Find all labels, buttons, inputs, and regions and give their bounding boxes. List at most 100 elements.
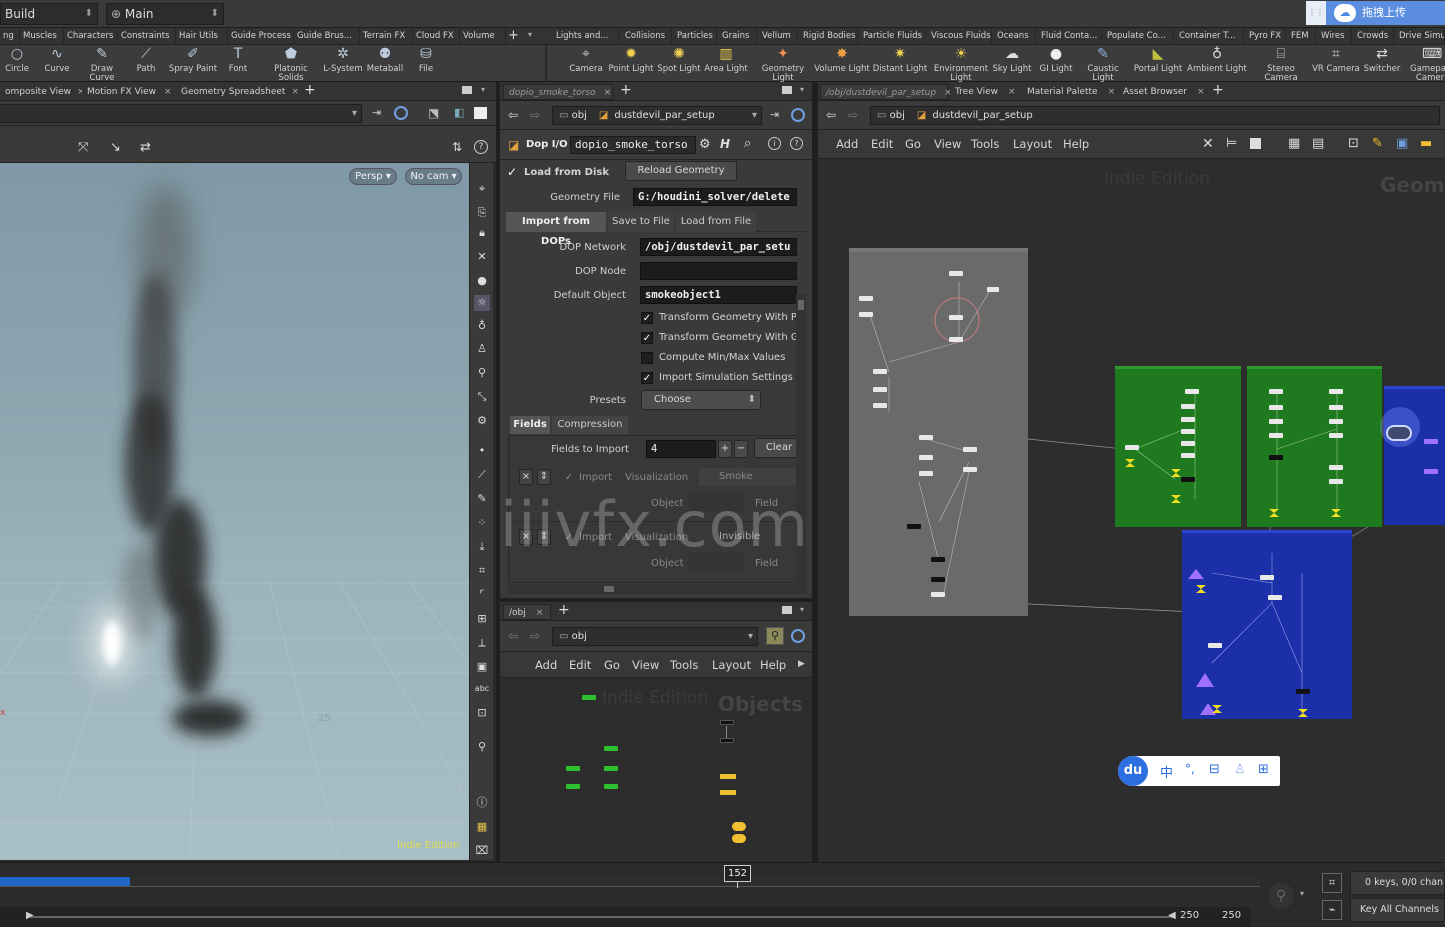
search-icon[interactable]: ⌕: [744, 136, 751, 151]
transform-tool-icon[interactable]: ⇄: [140, 140, 151, 155]
fields-to-import-field[interactable]: 4: [646, 440, 716, 458]
obj-path[interactable]: ▭ obj ▾: [552, 627, 758, 646]
menu-add[interactable]: Add: [836, 133, 858, 155]
network-node[interactable]: [604, 784, 618, 789]
shelf-tab[interactable]: Guide Process: [228, 28, 294, 45]
scene-viewport[interactable]: 25 x Persp ▾ No cam ▾ Indie Edition: [0, 163, 469, 860]
tree-icon[interactable]: ⊨: [1226, 136, 1237, 151]
close-icon[interactable]: ×: [164, 87, 172, 97]
network-node[interactable]: [907, 524, 921, 529]
help-h-icon[interactable]: H: [720, 137, 730, 151]
network-node[interactable]: [1181, 417, 1195, 422]
shelf-tab[interactable]: FEM: [1288, 28, 1316, 45]
close-icon[interactable]: ×: [1197, 87, 1205, 97]
shelf-tool[interactable]: ⌗ VR Camera: [1312, 47, 1360, 81]
network-node[interactable]: [1296, 689, 1310, 694]
tab-import-from-dops[interactable]: Import from DOPs: [506, 212, 606, 247]
network-node[interactable]: [1329, 389, 1343, 394]
network-node[interactable]: [963, 447, 977, 452]
current-frame[interactable]: 152: [724, 865, 751, 882]
folder-icon[interactable]: ▬: [1420, 136, 1432, 151]
maximize-icon[interactable]: [782, 606, 792, 614]
add-shelf-icon[interactable]: +: [508, 29, 522, 43]
shelf-tool[interactable]: ✎ Caustic Light: [1076, 47, 1130, 83]
light-icon[interactable]: ☼: [474, 295, 490, 311]
network-node[interactable]: [1125, 445, 1139, 450]
network-node[interactable]: [1268, 595, 1282, 600]
expand-icon[interactable]: ▶: [798, 659, 805, 669]
shelf-tab[interactable]: Collisions: [622, 28, 672, 45]
tab-obj[interactable]: /obj ×: [503, 604, 551, 620]
network-node[interactable]: [720, 790, 736, 795]
keyframe-icon[interactable]: ⌗: [1322, 873, 1342, 893]
pen-icon[interactable]: ✎: [474, 491, 490, 507]
shelf-tool[interactable]: ⚉ Metaball: [362, 47, 408, 81]
back-icon[interactable]: ⇦: [826, 108, 836, 122]
network-node[interactable]: [931, 557, 945, 562]
ime-punct[interactable]: °,: [1185, 762, 1195, 776]
menu-view[interactable]: View: [934, 133, 961, 155]
tab-fields[interactable]: Fields: [510, 416, 550, 434]
network-node[interactable]: [1208, 643, 1222, 648]
display-icon[interactable]: [474, 107, 487, 119]
add-field-button[interactable]: +: [718, 440, 732, 458]
geometry-file-field[interactable]: G:/houdini_solver/delete: [633, 188, 797, 206]
global-end-field[interactable]: 250: [1222, 910, 1241, 921]
menu-layout[interactable]: Layout: [712, 654, 751, 676]
shelf-tab[interactable]: Terrain FX: [360, 28, 413, 45]
shelf-tool[interactable]: ⌸ Stereo Camera: [1256, 47, 1306, 83]
network-node[interactable]: [1424, 469, 1438, 474]
desk-selector[interactable]: Build ⬍: [0, 3, 98, 25]
bone-icon[interactable]: ⚲: [474, 365, 490, 381]
corner-icon[interactable]: ⌜: [474, 587, 490, 603]
square-icon[interactable]: ▣: [474, 659, 490, 675]
shelf-tool[interactable]: ✺ Spot Light: [656, 47, 702, 81]
dop-node-field[interactable]: [640, 262, 797, 280]
network-box-green-2[interactable]: [1247, 366, 1382, 527]
add-tab-icon[interactable]: +: [558, 602, 570, 618]
import-sim-settings-checkbox[interactable]: ✓: [641, 372, 653, 384]
shelf-tab[interactable]: Wires: [1318, 28, 1352, 45]
close-icon[interactable]: ×: [1108, 87, 1116, 97]
shelf-tool[interactable]: ∿ Curve: [38, 47, 76, 81]
tab-asset-browser[interactable]: Asset Browser ×: [1118, 84, 1205, 100]
network-node[interactable]: [566, 766, 580, 771]
person-icon[interactable]: ♙: [474, 341, 490, 357]
info-icon[interactable]: i: [768, 137, 781, 150]
shelf-tool[interactable]: T Font: [218, 47, 258, 81]
range-bar[interactable]: ▶ ◀ 250 250: [0, 907, 1250, 927]
pin-icon[interactable]: ⚲: [474, 739, 490, 755]
select-icon[interactable]: ◧: [454, 106, 464, 119]
tab-save-to-file[interactable]: Save to File: [608, 212, 674, 232]
edge-icon[interactable]: ⟋: [474, 467, 490, 483]
network-box-gray[interactable]: [849, 248, 1028, 616]
view-tool-icon[interactable]: ⤧: [78, 140, 88, 155]
reload-geometry-button[interactable]: Reload Geometry: [625, 161, 737, 181]
pane-menu-icon[interactable]: ▾: [481, 85, 485, 94]
shelf-tab[interactable]: Drive Simul: [1396, 28, 1445, 45]
network-node[interactable]: [873, 403, 887, 408]
network-box-green-1[interactable]: [1115, 366, 1241, 527]
network-node[interactable]: [931, 592, 945, 597]
lock-icon[interactable]: 🔒︎: [474, 225, 490, 241]
default-object-field[interactable]: smokeobject1: [640, 286, 797, 304]
note-icon[interactable]: ✎: [1372, 136, 1383, 151]
help-icon[interactable]: ?: [474, 140, 488, 154]
shelf-tool[interactable]: ✎ Draw Curve: [78, 47, 126, 83]
desktop-selector[interactable]: ⊕ Main ⬍: [106, 3, 224, 25]
shelf-tool[interactable]: ◣ Portal Light: [1132, 47, 1184, 81]
network-node[interactable]: [949, 271, 963, 276]
shelf-tab[interactable]: Guide Brus...: [294, 28, 360, 45]
remove-field-button[interactable]: −: [734, 440, 748, 458]
shelf-tab[interactable]: Lights and...: [553, 28, 619, 45]
network-node[interactable]: [1269, 405, 1283, 410]
shelf-tool[interactable]: ○ Circle: [0, 47, 34, 81]
table-icon[interactable]: ▤: [1312, 136, 1324, 151]
camera-view-icon[interactable]: ⌧: [474, 843, 490, 859]
playbar[interactable]: [0, 877, 1260, 887]
network-node[interactable]: [949, 315, 963, 320]
network-node[interactable]: [1269, 389, 1283, 394]
back-icon[interactable]: ⇦: [508, 108, 518, 122]
tab-tree-view[interactable]: Tree View ×: [950, 84, 1018, 100]
add-tab-icon[interactable]: +: [304, 82, 316, 98]
